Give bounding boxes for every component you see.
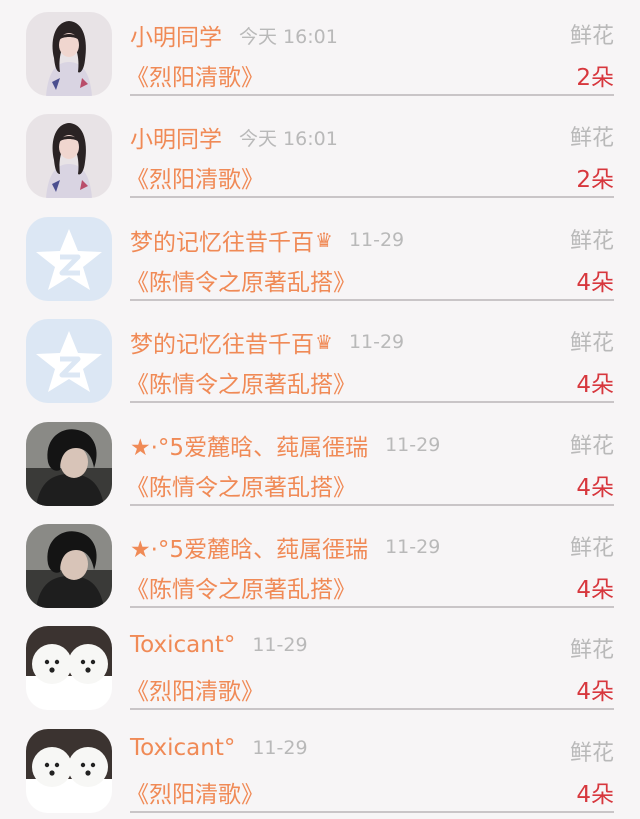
item-detail: 《烈阳清歌》 2朵 xyxy=(126,58,614,92)
flower-count: 4朵 xyxy=(576,781,614,808)
list-item[interactable]: 小明同学 今天 16:01 鲜花 《烈阳清歌》 2朵 xyxy=(0,102,640,204)
girl-photo-avatar xyxy=(26,12,112,96)
user-name[interactable]: 小明同学 xyxy=(130,25,222,51)
item-content: 梦的记忆往昔千百♛ 11-29 鲜花 《陈情令之原著乱搭》 4朵 xyxy=(126,307,614,404)
gift-type-label: 鲜花 xyxy=(569,740,614,766)
gift-type-label: 鲜花 xyxy=(569,638,614,664)
item-header: 梦的记忆往昔千百♛ 11-29 鲜花 xyxy=(130,223,614,257)
item-header: ★·°5爱麓晗、莼属徰瑞 11-29 鲜花 xyxy=(130,428,614,462)
white-dogs-photo-avatar xyxy=(26,728,112,813)
user-name[interactable]: 梦的记忆往昔千百 xyxy=(130,332,314,358)
list-item[interactable]: ★·°5爱麓晗、莼属徰瑞 11-29 鲜花 《陈情令之原著乱搭》 4朵 xyxy=(0,512,640,614)
avatar[interactable] xyxy=(26,523,112,608)
flower-gift-list: 小明同学 今天 16:01 鲜花 《烈阳清歌》 2朵 小明同学 今天 16:01… xyxy=(0,0,640,818)
book-title[interactable]: 《陈情令之原著乱搭》 xyxy=(126,577,356,603)
item-detail: 《烈阳清歌》 4朵 xyxy=(126,775,614,809)
book-title[interactable]: 《陈情令之原著乱搭》 xyxy=(126,270,356,296)
item-detail: 《陈情令之原著乱搭》 4朵 xyxy=(126,263,614,297)
gift-type-label: 鲜花 xyxy=(569,126,614,152)
avatar[interactable] xyxy=(26,421,112,506)
book-title[interactable]: 《烈阳清歌》 xyxy=(126,167,264,193)
book-title[interactable]: 《烈阳清歌》 xyxy=(126,782,264,808)
item-header: 小明同学 今天 16:01 鲜花 xyxy=(130,120,614,154)
user-name[interactable]: 梦的记忆往昔千百 xyxy=(130,230,314,256)
item-content: 梦的记忆往昔千百♛ 11-29 鲜花 《陈情令之原著乱搭》 4朵 xyxy=(126,205,614,301)
timestamp: 11-29 xyxy=(252,736,308,759)
item-header: 小明同学 今天 16:01 鲜花 xyxy=(130,18,614,52)
list-item[interactable]: Toxicant° 11-29 鲜花 《烈阳清歌》 4朵 xyxy=(0,614,640,716)
book-title[interactable]: 《陈情令之原著乱搭》 xyxy=(126,372,356,398)
item-detail: 《陈情令之原著乱搭》 4朵 xyxy=(126,365,614,399)
timestamp: 今天 16:01 xyxy=(239,127,338,150)
item-detail: 《陈情令之原著乱搭》 4朵 xyxy=(126,468,614,502)
list-item[interactable]: 小明同学 今天 16:01 鲜花 《烈阳清歌》 2朵 xyxy=(0,0,640,102)
item-detail: 《烈阳清歌》 2朵 xyxy=(126,160,614,194)
avatar[interactable] xyxy=(26,626,112,711)
avatar[interactable] xyxy=(26,114,112,199)
book-title[interactable]: 《烈阳清歌》 xyxy=(126,65,264,91)
item-content: ★·°5爱麓晗、莼属徰瑞 11-29 鲜花 《陈情令之原著乱搭》 4朵 xyxy=(126,512,614,608)
book-title[interactable]: 《烈阳清歌》 xyxy=(126,679,264,705)
item-content: 小明同学 今天 16:01 鲜花 《烈阳清歌》 2朵 xyxy=(126,102,614,199)
gift-type-label: 鲜花 xyxy=(569,433,614,459)
flower-count: 4朵 xyxy=(576,474,614,501)
star-logo-icon xyxy=(26,216,112,301)
white-dogs-photo-avatar xyxy=(26,626,112,711)
timestamp: 11-29 xyxy=(252,634,308,657)
avatar[interactable] xyxy=(26,12,112,96)
user-name[interactable]: Toxicant° xyxy=(130,632,235,658)
list-item[interactable]: 梦的记忆往昔千百♛ 11-29 鲜花 《陈情令之原著乱搭》 4朵 xyxy=(0,205,640,307)
timestamp: 11-29 xyxy=(385,433,441,456)
item-detail: 《陈情令之原著乱搭》 4朵 xyxy=(126,570,614,604)
avatar[interactable] xyxy=(26,216,112,301)
gift-type-label: 鲜花 xyxy=(569,331,614,357)
user-name[interactable]: 小明同学 xyxy=(130,127,222,153)
star-logo-icon xyxy=(26,319,112,404)
item-content: 小明同学 今天 16:01 鲜花 《烈阳清歌》 2朵 xyxy=(126,0,614,96)
dark-hair-photo-avatar xyxy=(26,523,112,608)
list-item[interactable]: 梦的记忆往昔千百♛ 11-29 鲜花 《陈情令之原著乱搭》 4朵 xyxy=(0,307,640,409)
flower-count: 4朵 xyxy=(576,269,614,296)
flower-count: 4朵 xyxy=(576,576,614,603)
crown-icon: ♛ xyxy=(315,227,333,252)
gift-type-label: 鲜花 xyxy=(569,535,614,561)
item-header: ★·°5爱麓晗、莼属徰瑞 11-29 鲜花 xyxy=(130,530,614,564)
book-title[interactable]: 《陈情令之原著乱搭》 xyxy=(126,475,356,501)
item-header: Toxicant° 11-29 鲜花 xyxy=(130,632,614,666)
avatar[interactable] xyxy=(26,319,112,404)
flower-count: 2朵 xyxy=(576,65,614,91)
timestamp: 11-29 xyxy=(385,535,441,558)
list-item[interactable]: Toxicant° 11-29 鲜花 《烈阳清歌》 4朵 xyxy=(0,717,640,819)
item-content: Toxicant° 11-29 鲜花 《烈阳清歌》 4朵 xyxy=(126,717,614,813)
flower-count: 2朵 xyxy=(576,167,614,194)
avatar[interactable] xyxy=(26,728,112,813)
girl-photo-avatar xyxy=(26,114,112,199)
user-name[interactable]: ★·°5爱麓晗、莼属徰瑞 xyxy=(130,435,368,461)
flower-count: 4朵 xyxy=(576,679,614,706)
flower-count: 4朵 xyxy=(576,372,614,399)
timestamp: 11-29 xyxy=(348,228,405,251)
timestamp: 11-29 xyxy=(348,331,405,354)
user-name[interactable]: Toxicant° xyxy=(130,735,235,761)
user-name[interactable]: ★·°5爱麓晗、莼属徰瑞 xyxy=(130,537,368,563)
gift-type-label: 鲜花 xyxy=(569,228,614,254)
crown-icon: ♛ xyxy=(315,330,333,355)
item-header: 梦的记忆往昔千百♛ 11-29 鲜花 xyxy=(130,325,614,359)
gift-type-label: 鲜花 xyxy=(569,24,614,49)
item-content: Toxicant° 11-29 鲜花 《烈阳清歌》 4朵 xyxy=(126,614,614,711)
list-item[interactable]: ★·°5爱麓晗、莼属徰瑞 11-29 鲜花 《陈情令之原著乱搭》 4朵 xyxy=(0,410,640,512)
item-detail: 《烈阳清歌》 4朵 xyxy=(126,672,614,706)
dark-hair-photo-avatar xyxy=(26,421,112,506)
item-content: ★·°5爱麓晗、莼属徰瑞 11-29 鲜花 《陈情令之原著乱搭》 4朵 xyxy=(126,410,614,506)
timestamp: 今天 16:01 xyxy=(239,25,338,48)
item-header: Toxicant° 11-29 鲜花 xyxy=(130,735,614,769)
